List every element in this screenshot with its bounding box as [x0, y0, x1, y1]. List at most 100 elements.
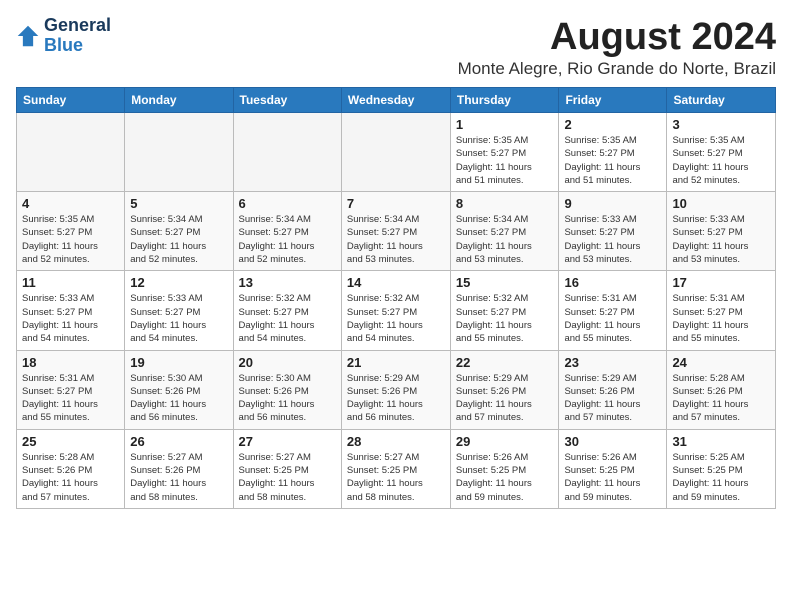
weekday-sunday: Sunday — [17, 88, 125, 113]
day-number: 30 — [564, 434, 661, 449]
calendar-cell: 5 Sunrise: 5:34 AM Sunset: 5:27 PM Daylig… — [125, 192, 233, 271]
calendar-cell: 7Sunrise: 5:34 AM Sunset: 5:27 PM Daylig… — [341, 192, 450, 271]
logo-icon — [16, 24, 40, 48]
calendar-cell — [17, 113, 125, 192]
day-info: Sunrise: 5:28 AM Sunset: 5:26 PM Dayligh… — [22, 451, 119, 504]
logo-text: General Blue — [44, 16, 111, 56]
day-number: 29 — [456, 434, 554, 449]
day-info: Sunrise: 5:27 AM Sunset: 5:26 PM Dayligh… — [130, 451, 227, 504]
calendar-cell: 13 Sunrise: 5:32 AM Sunset: 5:27 PM Dayli… — [233, 271, 341, 350]
day-info: Sunrise: 5:28 AM Sunset: 5:26 PM Dayligh… — [672, 372, 770, 425]
calendar-cell: 26 Sunrise: 5:27 AM Sunset: 5:26 PM Dayli… — [125, 429, 233, 508]
day-number: 1 — [456, 117, 554, 132]
calendar-cell: 16Sunrise: 5:31 AM Sunset: 5:27 PM Dayli… — [559, 271, 667, 350]
day-number: 15 — [456, 275, 554, 290]
day-info: Sunrise: 5:27 AM Sunset: 5:25 PM Dayligh… — [347, 451, 445, 504]
day-info: Sunrise: 5:25 AM Sunset: 5:25 PM Dayligh… — [672, 451, 770, 504]
calendar-cell: 14 Sunrise: 5:32 AM Sunset: 5:27 PM Dayli… — [341, 271, 450, 350]
weekday-header-row: SundayMondayTuesdayWednesdayThursdayFrid… — [17, 88, 776, 113]
day-number: 2 — [564, 117, 661, 132]
day-info: Sunrise: 5:32 AM Sunset: 5:27 PM Dayligh… — [347, 292, 445, 345]
day-info: Sunrise: 5:33 AM Sunset: 5:27 PM Dayligh… — [22, 292, 119, 345]
day-info: Sunrise: 5:31 AM Sunset: 5:27 PM Dayligh… — [564, 292, 661, 345]
weekday-wednesday: Wednesday — [341, 88, 450, 113]
day-info: Sunrise: 5:33 AM Sunset: 5:27 PM Dayligh… — [672, 213, 770, 266]
day-info: Sunrise: 5:34 AM Sunset: 5:27 PM Dayligh… — [456, 213, 554, 266]
calendar-cell: 31 Sunrise: 5:25 AM Sunset: 5:25 PM Dayli… — [667, 429, 776, 508]
day-info: Sunrise: 5:30 AM Sunset: 5:26 PM Dayligh… — [130, 372, 227, 425]
calendar-cell: 3 Sunrise: 5:35 AM Sunset: 5:27 PM Daylig… — [667, 113, 776, 192]
day-number: 17 — [672, 275, 770, 290]
calendar-cell: 22 Sunrise: 5:29 AM Sunset: 5:26 PM Dayli… — [450, 350, 559, 429]
day-number: 22 — [456, 355, 554, 370]
day-info: Sunrise: 5:35 AM Sunset: 5:27 PM Dayligh… — [672, 134, 770, 187]
day-info: Sunrise: 5:31 AM Sunset: 5:27 PM Dayligh… — [22, 372, 119, 425]
day-info: Sunrise: 5:30 AM Sunset: 5:26 PM Dayligh… — [239, 372, 336, 425]
week-row-1: 1 Sunrise: 5:35 AM Sunset: 5:27 PM Daylig… — [17, 113, 776, 192]
calendar-cell: 24 Sunrise: 5:28 AM Sunset: 5:26 PM Dayli… — [667, 350, 776, 429]
weekday-saturday: Saturday — [667, 88, 776, 113]
calendar-subtitle: Monte Alegre, Rio Grande do Norte, Brazi… — [458, 59, 776, 79]
day-number: 3 — [672, 117, 770, 132]
day-info: Sunrise: 5:31 AM Sunset: 5:27 PM Dayligh… — [672, 292, 770, 345]
day-number: 28 — [347, 434, 445, 449]
calendar-cell: 9Sunrise: 5:33 AM Sunset: 5:27 PM Daylig… — [559, 192, 667, 271]
day-number: 5 — [130, 196, 227, 211]
calendar-cell: 21 Sunrise: 5:29 AM Sunset: 5:26 PM Dayli… — [341, 350, 450, 429]
calendar-cell: 19 Sunrise: 5:30 AM Sunset: 5:26 PM Dayli… — [125, 350, 233, 429]
day-info: Sunrise: 5:32 AM Sunset: 5:27 PM Dayligh… — [239, 292, 336, 345]
day-number: 13 — [239, 275, 336, 290]
day-number: 24 — [672, 355, 770, 370]
logo: General Blue — [16, 16, 111, 56]
day-number: 26 — [130, 434, 227, 449]
logo-blue: Blue — [44, 35, 83, 55]
calendar-cell: 10 Sunrise: 5:33 AM Sunset: 5:27 PM Dayli… — [667, 192, 776, 271]
calendar-cell: 23 Sunrise: 5:29 AM Sunset: 5:26 PM Dayli… — [559, 350, 667, 429]
calendar-cell: 28 Sunrise: 5:27 AM Sunset: 5:25 PM Dayli… — [341, 429, 450, 508]
calendar-cell: 29Sunrise: 5:26 AM Sunset: 5:25 PM Dayli… — [450, 429, 559, 508]
day-number: 21 — [347, 355, 445, 370]
day-number: 25 — [22, 434, 119, 449]
weekday-tuesday: Tuesday — [233, 88, 341, 113]
day-number: 6 — [239, 196, 336, 211]
day-info: Sunrise: 5:35 AM Sunset: 5:27 PM Dayligh… — [564, 134, 661, 187]
calendar-cell — [233, 113, 341, 192]
day-number: 14 — [347, 275, 445, 290]
day-info: Sunrise: 5:33 AM Sunset: 5:27 PM Dayligh… — [564, 213, 661, 266]
day-info: Sunrise: 5:26 AM Sunset: 5:25 PM Dayligh… — [564, 451, 661, 504]
day-number: 23 — [564, 355, 661, 370]
logo-general: General — [44, 15, 111, 35]
day-number: 11 — [22, 275, 119, 290]
day-number: 19 — [130, 355, 227, 370]
day-info: Sunrise: 5:34 AM Sunset: 5:27 PM Dayligh… — [239, 213, 336, 266]
week-row-2: 4Sunrise: 5:35 AM Sunset: 5:27 PM Daylig… — [17, 192, 776, 271]
page-header: General Blue August 2024 Monte Alegre, R… — [16, 16, 776, 79]
calendar-cell: 11 Sunrise: 5:33 AM Sunset: 5:27 PM Dayli… — [17, 271, 125, 350]
day-info: Sunrise: 5:34 AM Sunset: 5:27 PM Dayligh… — [347, 213, 445, 266]
calendar-cell: 12Sunrise: 5:33 AM Sunset: 5:27 PM Dayli… — [125, 271, 233, 350]
calendar-cell: 1Sunrise: 5:35 AM Sunset: 5:27 PM Daylig… — [450, 113, 559, 192]
day-info: Sunrise: 5:29 AM Sunset: 5:26 PM Dayligh… — [347, 372, 445, 425]
calendar-body: 1 Sunrise: 5:35 AM Sunset: 5:27 PM Daylig… — [17, 113, 776, 509]
calendar-cell: 18Sunrise: 5:31 AM Sunset: 5:27 PM Dayli… — [17, 350, 125, 429]
day-number: 31 — [672, 434, 770, 449]
day-number: 8 — [456, 196, 554, 211]
day-info: Sunrise: 5:29 AM Sunset: 5:26 PM Dayligh… — [456, 372, 554, 425]
calendar-table: SundayMondayTuesdayWednesdayThursdayFrid… — [16, 87, 776, 509]
calendar-cell: 8 Sunrise: 5:34 AM Sunset: 5:27 PM Daylig… — [450, 192, 559, 271]
day-number: 4 — [22, 196, 119, 211]
weekday-monday: Monday — [125, 88, 233, 113]
calendar-cell: 17 Sunrise: 5:31 AM Sunset: 5:27 PM Dayli… — [667, 271, 776, 350]
day-info: Sunrise: 5:34 AM Sunset: 5:27 PM Dayligh… — [130, 213, 227, 266]
day-info: Sunrise: 5:29 AM Sunset: 5:26 PM Dayligh… — [564, 372, 661, 425]
day-number: 20 — [239, 355, 336, 370]
calendar-cell — [341, 113, 450, 192]
week-row-5: 25 Sunrise: 5:28 AM Sunset: 5:26 PM Dayli… — [17, 429, 776, 508]
day-number: 27 — [239, 434, 336, 449]
calendar-cell: 15Sunrise: 5:32 AM Sunset: 5:27 PM Dayli… — [450, 271, 559, 350]
weekday-thursday: Thursday — [450, 88, 559, 113]
day-number: 10 — [672, 196, 770, 211]
week-row-3: 11 Sunrise: 5:33 AM Sunset: 5:27 PM Dayli… — [17, 271, 776, 350]
day-info: Sunrise: 5:27 AM Sunset: 5:25 PM Dayligh… — [239, 451, 336, 504]
calendar-title-block: August 2024 Monte Alegre, Rio Grande do … — [458, 16, 776, 79]
